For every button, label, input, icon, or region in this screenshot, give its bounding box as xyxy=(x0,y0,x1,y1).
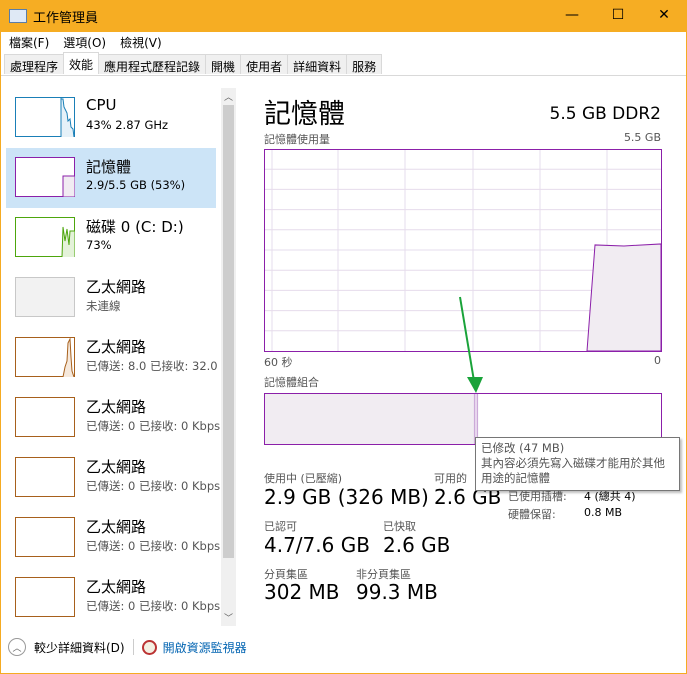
footer: ︿ 較少詳細資料(D) 開啟資源監視器 xyxy=(8,638,247,656)
paged-pool-value: 302 MB xyxy=(264,580,340,604)
sidebar-thumbnail-graph xyxy=(15,337,75,377)
sidebar-item-detail: 已傳送: 0 已接收: 0 Kbps xyxy=(86,419,221,433)
sidebar-item-name: 乙太網路 xyxy=(86,578,147,596)
sidebar-thumbnail-graph xyxy=(15,97,75,137)
tab-app-history[interactable]: 應用程式歷程記錄 xyxy=(98,54,207,74)
sidebar-thumbnail-graph xyxy=(15,457,75,497)
sidebar-item-name: CPU xyxy=(86,96,117,114)
footer-divider xyxy=(132,639,134,655)
nonpaged-pool-value: 99.3 MB xyxy=(356,580,438,604)
resource-list: CPU 43% 2.87 GHz 記憶體 2.9/5.5 GB (53%) 磁碟… xyxy=(6,86,222,626)
sidebar-item-8[interactable]: 乙太網路 已傳送: 0 已接收: 0 Kbps xyxy=(6,568,220,626)
sidebar-item-7[interactable]: 乙太網路 已傳送: 0 已接收: 0 Kbps xyxy=(6,508,220,568)
composition-label: 記憶體組合 xyxy=(264,376,319,389)
sidebar-item-detail: 2.9/5.5 GB (53%) xyxy=(86,178,186,192)
maximize-button[interactable]: ☐ xyxy=(595,0,641,30)
tab-bar: 處理程序 效能 應用程式歷程記錄 開機 使用者 詳細資料 服務 xyxy=(4,52,383,75)
reserved-value: 0.8 MB xyxy=(584,506,623,519)
reserved-label: 硬體保留: xyxy=(508,508,556,521)
sidebar-item-0[interactable]: CPU 43% 2.87 GHz xyxy=(6,88,216,148)
close-button[interactable]: ✕ xyxy=(641,0,687,30)
cached-value: 2.6 GB xyxy=(383,533,451,557)
sidebar-item-detail: 已傳送: 8.0 已接收: 32.0 xyxy=(86,359,218,373)
usage-area xyxy=(586,243,662,352)
cached-label: 已快取 xyxy=(383,520,416,533)
task-manager-icon xyxy=(9,9,27,23)
minimize-button[interactable]: — xyxy=(549,0,595,30)
time-right-label: 0 xyxy=(654,354,661,367)
sidebar-item-name: 乙太網路 xyxy=(86,518,147,536)
sidebar-item-detail: 已傳送: 0 已接收: 0 Kbps xyxy=(86,539,221,553)
committed-label: 已認可 xyxy=(264,520,297,533)
scroll-up-arrow[interactable]: ︿ xyxy=(221,90,236,103)
sidebar-item-4[interactable]: 乙太網路 已傳送: 8.0 已接收: 32.0 xyxy=(6,328,218,388)
tab-performance[interactable]: 效能 xyxy=(63,52,100,74)
scroll-down-arrow[interactable]: ﹀ xyxy=(221,611,236,624)
sidebar-item-2[interactable]: 磁碟 0 (C: D:) 73% xyxy=(6,208,216,268)
sidebar-thumbnail-graph xyxy=(15,517,75,557)
available-label: 可用的 xyxy=(434,472,467,485)
menu-view[interactable]: 檢視(V) xyxy=(112,34,168,51)
window-title: 工作管理員 xyxy=(33,10,99,26)
tab-services[interactable]: 服務 xyxy=(346,54,383,74)
usage-max: 5.5 GB xyxy=(623,131,661,144)
sidebar-thumbnail-graph xyxy=(15,277,75,317)
menu-options[interactable]: 選項(O) xyxy=(55,34,112,51)
open-resource-monitor-link[interactable]: 開啟資源監視器 xyxy=(163,639,247,656)
tooltip-body: 其內容必須先寫入磁碟才能用於其他用途的記憶體 xyxy=(481,456,665,485)
sidebar-scrollbar[interactable]: ︿ ﹀ xyxy=(221,88,236,626)
tab-users[interactable]: 使用者 xyxy=(240,54,289,74)
sidebar-thumbnail-graph xyxy=(15,217,75,257)
sidebar-item-name: 乙太網路 xyxy=(86,338,147,356)
sidebar-item-detail: 73% xyxy=(86,238,112,252)
in-use-segment xyxy=(264,393,475,445)
menu-file[interactable]: 檔案(F) xyxy=(1,34,55,51)
sidebar-item-6[interactable]: 乙太網路 已傳送: 0 已接收: 0 Kbps xyxy=(6,448,220,508)
memory-spec: 5.5 GB DDR2 xyxy=(549,104,662,124)
sidebar-thumbnail-graph xyxy=(15,577,75,617)
sidebar-item-name: 乙太網路 xyxy=(86,458,147,476)
usage-label: 記憶體使用量 xyxy=(264,133,330,146)
sidebar-item-5[interactable]: 乙太網路 已傳送: 0 已接收: 0 Kbps xyxy=(6,388,220,448)
tooltip: 已修改 (47 MB) 其內容必須先寫入磁碟才能用於其他用途的記憶體 xyxy=(475,437,680,491)
sidebar-item-name: 記憶體 xyxy=(86,158,132,176)
resource-monitor-icon xyxy=(141,639,157,655)
menu-bar: 檔案(F) 選項(O) 檢視(V) xyxy=(1,32,686,52)
annotation-arrow xyxy=(459,296,483,393)
tab-details[interactable]: 詳細資料 xyxy=(287,54,348,74)
sidebar-item-3[interactable]: 乙太網路 未連線 xyxy=(6,268,216,328)
fewer-details-button[interactable]: 較少詳細資料(D) xyxy=(34,639,125,656)
sidebar-thumbnail-graph xyxy=(15,397,75,437)
sidebar-item-detail: 已傳送: 0 已接收: 0 Kbps xyxy=(86,599,221,613)
committed-value: 4.7/7.6 GB xyxy=(264,533,370,557)
sidebar-thumbnail-graph xyxy=(15,157,75,197)
sidebar-item-detail: 43% 2.87 GHz xyxy=(86,118,169,132)
time-left-label: 60 秒 xyxy=(264,356,293,369)
sidebar-item-name: 磁碟 0 (C: D:) xyxy=(86,218,184,236)
title-bar: 工作管理員 — ☐ ✕ xyxy=(0,0,687,32)
sidebar-item-1[interactable]: 記憶體 2.9/5.5 GB (53%) xyxy=(6,148,216,208)
in-use-label: 使用中 (已壓縮) xyxy=(264,472,343,485)
tab-processes[interactable]: 處理程序 xyxy=(4,54,65,74)
tab-startup[interactable]: 開機 xyxy=(205,54,242,74)
chevron-up-icon[interactable]: ︿ xyxy=(8,638,26,656)
in-use-value: 2.9 GB (326 MB) xyxy=(264,485,429,509)
page-title: 記憶體 xyxy=(264,99,345,130)
sidebar-item-detail: 已傳送: 0 已接收: 0 Kbps xyxy=(86,479,221,493)
sidebar-item-name: 乙太網路 xyxy=(86,278,147,296)
sidebar-item-detail: 未連線 xyxy=(86,299,121,313)
tooltip-title: 已修改 (47 MB) xyxy=(481,441,565,455)
sidebar-item-name: 乙太網路 xyxy=(86,398,147,416)
tab-divider xyxy=(1,75,686,76)
scrollbar-thumb[interactable] xyxy=(223,105,234,558)
